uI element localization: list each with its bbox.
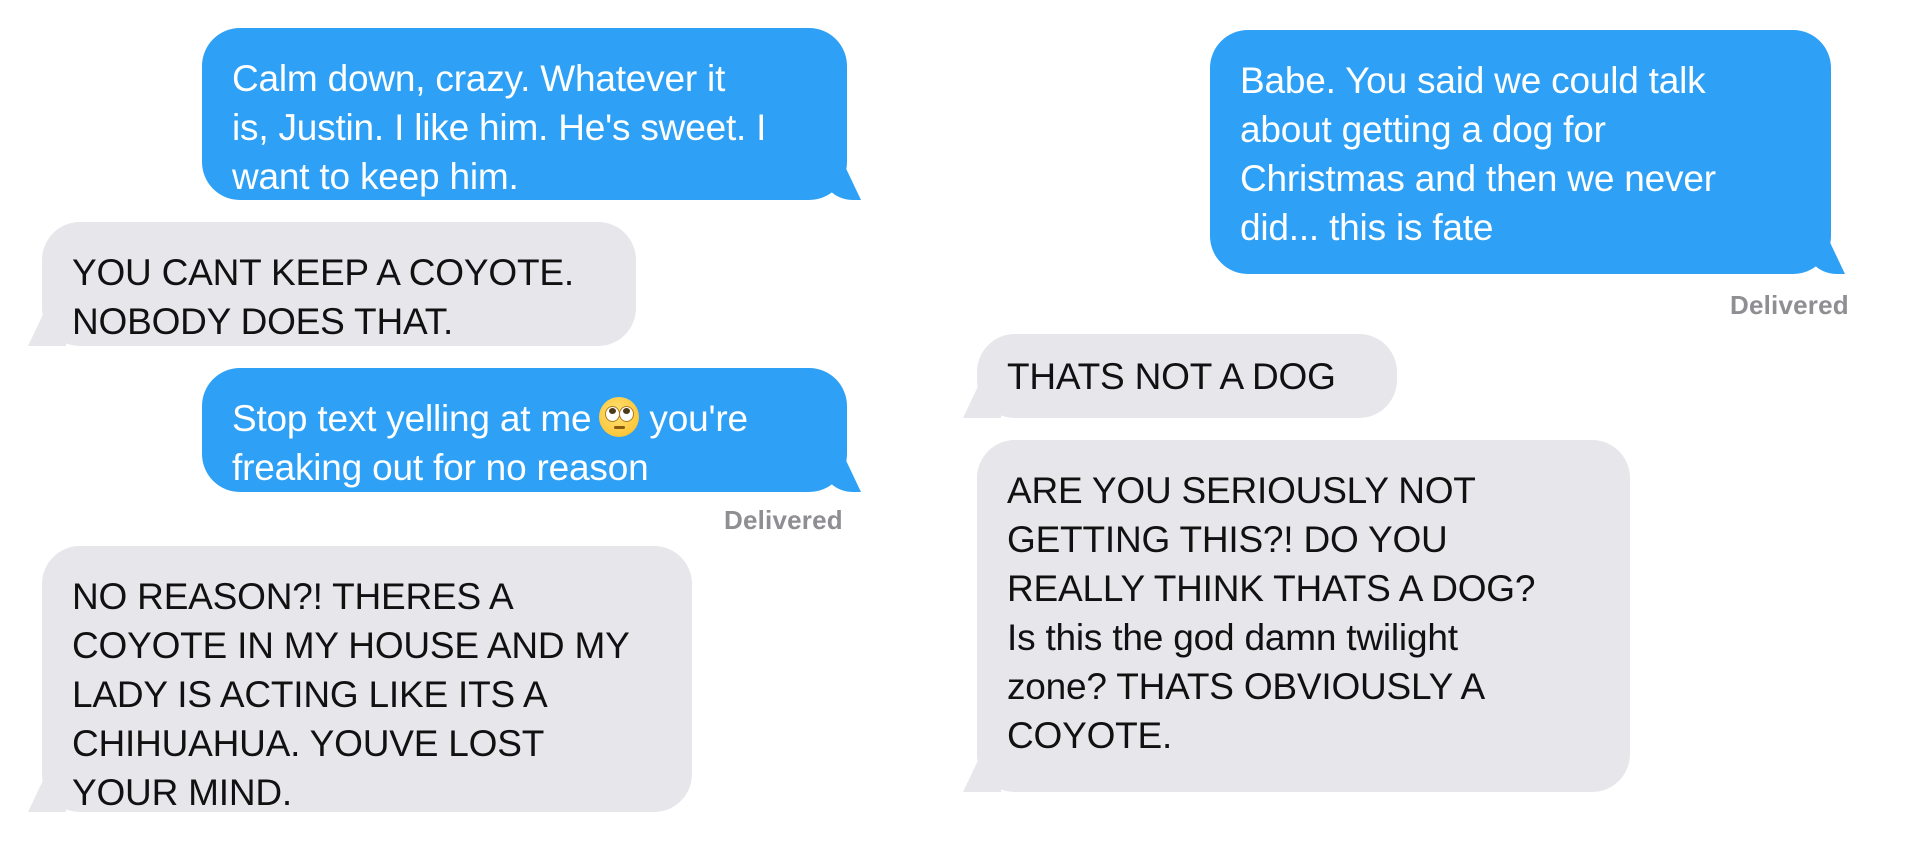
rolling-eyes-emoji-icon (599, 397, 640, 437)
message-text: Stop text yelling at me (232, 398, 592, 439)
message-bubble-received[interactable]: NO REASON?! THERES A COYOTE IN MY HOUSE … (42, 546, 692, 813)
conversation-panel-right: Babe. You said we could talk about getti… (955, 0, 1911, 842)
message-bubble-sent[interactable]: Calm down, crazy. Whatever it is, Justin… (202, 28, 847, 200)
message-bubble-received[interactable]: YOU CANT KEEP A COYOTE. NOBODY DOES THAT… (42, 222, 636, 346)
message-bubble-received[interactable]: ARE YOU SERIOUSLY NOT GETTING THIS?! DO … (977, 440, 1630, 792)
delivered-status: Delivered (724, 505, 843, 535)
conversation-panel-left: Calm down, crazy. Whatever it is, Justin… (0, 0, 955, 842)
message-bubble-received[interactable]: THATS NOT A DOG (977, 334, 1397, 418)
message-text: you're (649, 398, 748, 439)
message-text: freaking out for no reason (232, 447, 649, 488)
message-bubble-sent[interactable]: Stop text yelling at me you're freaking o… (202, 368, 847, 492)
message-bubble-sent[interactable]: Babe. You said we could talk about getti… (1210, 30, 1831, 274)
delivered-status: Delivered (1730, 290, 1849, 320)
